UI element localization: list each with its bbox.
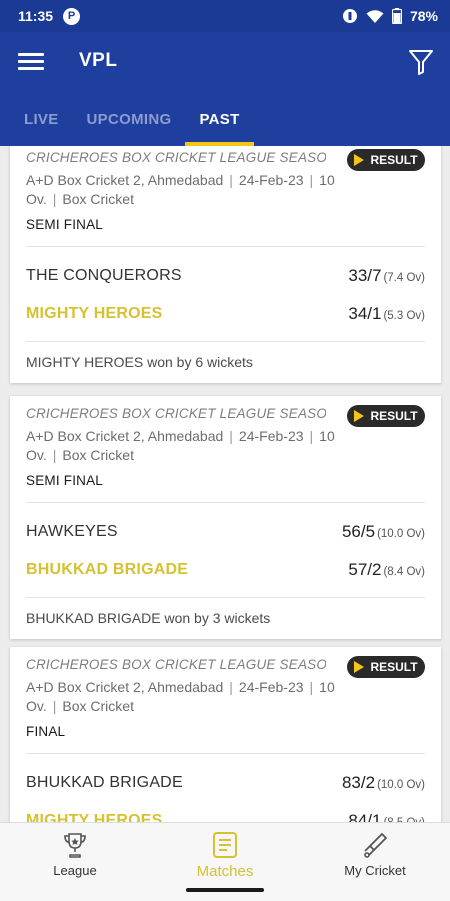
match-venue-info: A+D Box Cricket 2, Ahmedabad | 24-Feb-23 | 1… (26, 172, 335, 207)
status-time: 11:35 (18, 8, 54, 24)
overs-suffix: Ov. (26, 698, 47, 714)
play-icon (354, 154, 365, 166)
winning-team-name: MIGHTY HEROES (26, 305, 163, 322)
matches-icon (213, 832, 237, 858)
team-score: 57/2 (348, 560, 382, 579)
nav-my-cricket[interactable]: My Cricket (300, 823, 450, 901)
team-row: HAWKEYES 56/5 (10.0 Ov) (26, 513, 425, 551)
team-row: BHUKKAD BRIGADE 57/2 (8.4 Ov) (26, 551, 425, 589)
team-overs: (5.3 Ov) (383, 310, 425, 322)
match-format: Box Cricket (62, 447, 134, 463)
team-score: 34/1 (348, 304, 382, 323)
match-round: SEMI FINAL (26, 473, 104, 488)
scoreboard: BHUKKAD BRIGADE 83/2 (10.0 Ov) MIGHTY HER… (10, 754, 441, 826)
team-score: 83/2 (341, 773, 376, 792)
match-venue-info: A+D Box Cricket 2, Ahmedabad | 24-Feb-23 | 1… (26, 679, 335, 714)
scoreboard: THE CONQUERORS 33/7 (7.4 Ov) MIGHTY HEROE… (10, 247, 441, 341)
league-name: CRICHEROES BOX CRICKET LEAGUE SEASON 2 (26, 150, 326, 165)
match-card[interactable]: CRICHEROES BOX CRICKET LEAGUE SEASON 2 R… (10, 146, 441, 383)
app-bar: VPL (0, 32, 450, 92)
match-round: FINAL (26, 724, 66, 739)
match-card[interactable]: CRICHEROES BOX CRICKET LEAGUE SEASON 2 R… (10, 647, 441, 826)
result-button[interactable]: RESULT (347, 149, 425, 171)
battery-icon (391, 8, 402, 24)
team-score: 33/7 (348, 266, 382, 285)
team-overs: (10.0 Ov) (377, 528, 425, 540)
match-list: CRICHEROES BOX CRICKET LEAGUE SEASON 2 R… (0, 146, 450, 826)
match-card[interactable]: CRICHEROES BOX CRICKET LEAGUE SEASON 2 R… (10, 396, 441, 639)
team-overs: (7.4 Ov) (383, 272, 425, 284)
team-row: BHUKKAD BRIGADE 83/2 (10.0 Ov) (26, 764, 425, 802)
overs-limit: 10 (319, 172, 335, 188)
overs-limit: 10 (319, 428, 335, 444)
match-venue-info: A+D Box Cricket 2, Ahmedabad | 24-Feb-23 | 1… (26, 428, 335, 463)
tab-upcoming[interactable]: UPCOMING (73, 92, 186, 146)
team-overs: (10.0 Ov) (377, 779, 425, 791)
play-icon (354, 661, 365, 673)
nav-league[interactable]: League (0, 823, 150, 901)
notification-app-icon: P (63, 7, 81, 25)
match-tabs: LIVE UPCOMING PAST (0, 92, 450, 146)
league-name: CRICHEROES BOX CRICKET LEAGUE SEASON 2 (26, 657, 326, 672)
wifi-icon (366, 9, 384, 23)
gesture-bar (186, 888, 264, 892)
page-title: VPL (79, 50, 118, 71)
nav-label: Matches (196, 863, 254, 880)
nav-label: My Cricket (344, 863, 406, 878)
team-row: MIGHTY HEROES 34/1 (5.3 Ov) (26, 295, 425, 333)
team-score: 56/5 (341, 522, 376, 541)
team-name: HAWKEYES (26, 523, 118, 540)
overs-suffix: Ov. (26, 447, 47, 463)
match-date: 24-Feb-23 (238, 679, 304, 695)
cricket-bat-icon (364, 833, 387, 858)
venue-name: A+D Box Cricket 2, Ahmedabad (26, 172, 224, 188)
venue-name: A+D Box Cricket 2, Ahmedabad (26, 428, 224, 444)
team-name: THE CONQUERORS (26, 267, 182, 284)
result-label: RESULT (370, 409, 418, 423)
menu-icon[interactable] (18, 50, 44, 74)
team-overs: (8.4 Ov) (383, 566, 425, 578)
match-round: SEMI FINAL (26, 217, 104, 232)
play-icon (354, 410, 365, 422)
match-format: Box Cricket (62, 191, 134, 207)
team-row: THE CONQUERORS 33/7 (7.4 Ov) (26, 257, 425, 295)
match-outcome: MIGHTY HEROES won by 6 wickets (26, 354, 253, 370)
scoreboard: HAWKEYES 56/5 (10.0 Ov) BHUKKAD BRIGADE 5… (10, 503, 441, 597)
match-date: 24-Feb-23 (238, 428, 304, 444)
winning-team-name: BHUKKAD BRIGADE (26, 561, 189, 578)
data-saver-icon (342, 9, 357, 23)
result-label: RESULT (370, 660, 418, 674)
team-name: BHUKKAD BRIGADE (26, 774, 183, 791)
battery-level: 78% (409, 8, 438, 24)
filter-icon[interactable] (408, 48, 434, 76)
league-name: CRICHEROES BOX CRICKET LEAGUE SEASON 2 (26, 406, 326, 421)
result-label: RESULT (370, 153, 418, 167)
overs-limit: 10 (319, 679, 335, 695)
nav-label: League (53, 863, 97, 878)
match-date: 24-Feb-23 (238, 172, 304, 188)
match-outcome: BHUKKAD BRIGADE won by 3 wickets (26, 610, 271, 626)
result-button[interactable]: RESULT (347, 405, 425, 427)
match-format: Box Cricket (62, 698, 134, 714)
trophy-icon (64, 833, 86, 858)
venue-name: A+D Box Cricket 2, Ahmedabad (26, 679, 224, 695)
tab-past[interactable]: PAST (185, 92, 254, 146)
tab-live[interactable]: LIVE (10, 92, 73, 146)
overs-suffix: Ov. (26, 191, 47, 207)
result-button[interactable]: RESULT (347, 656, 425, 678)
status-bar: 11:35 P 78% (0, 0, 450, 32)
